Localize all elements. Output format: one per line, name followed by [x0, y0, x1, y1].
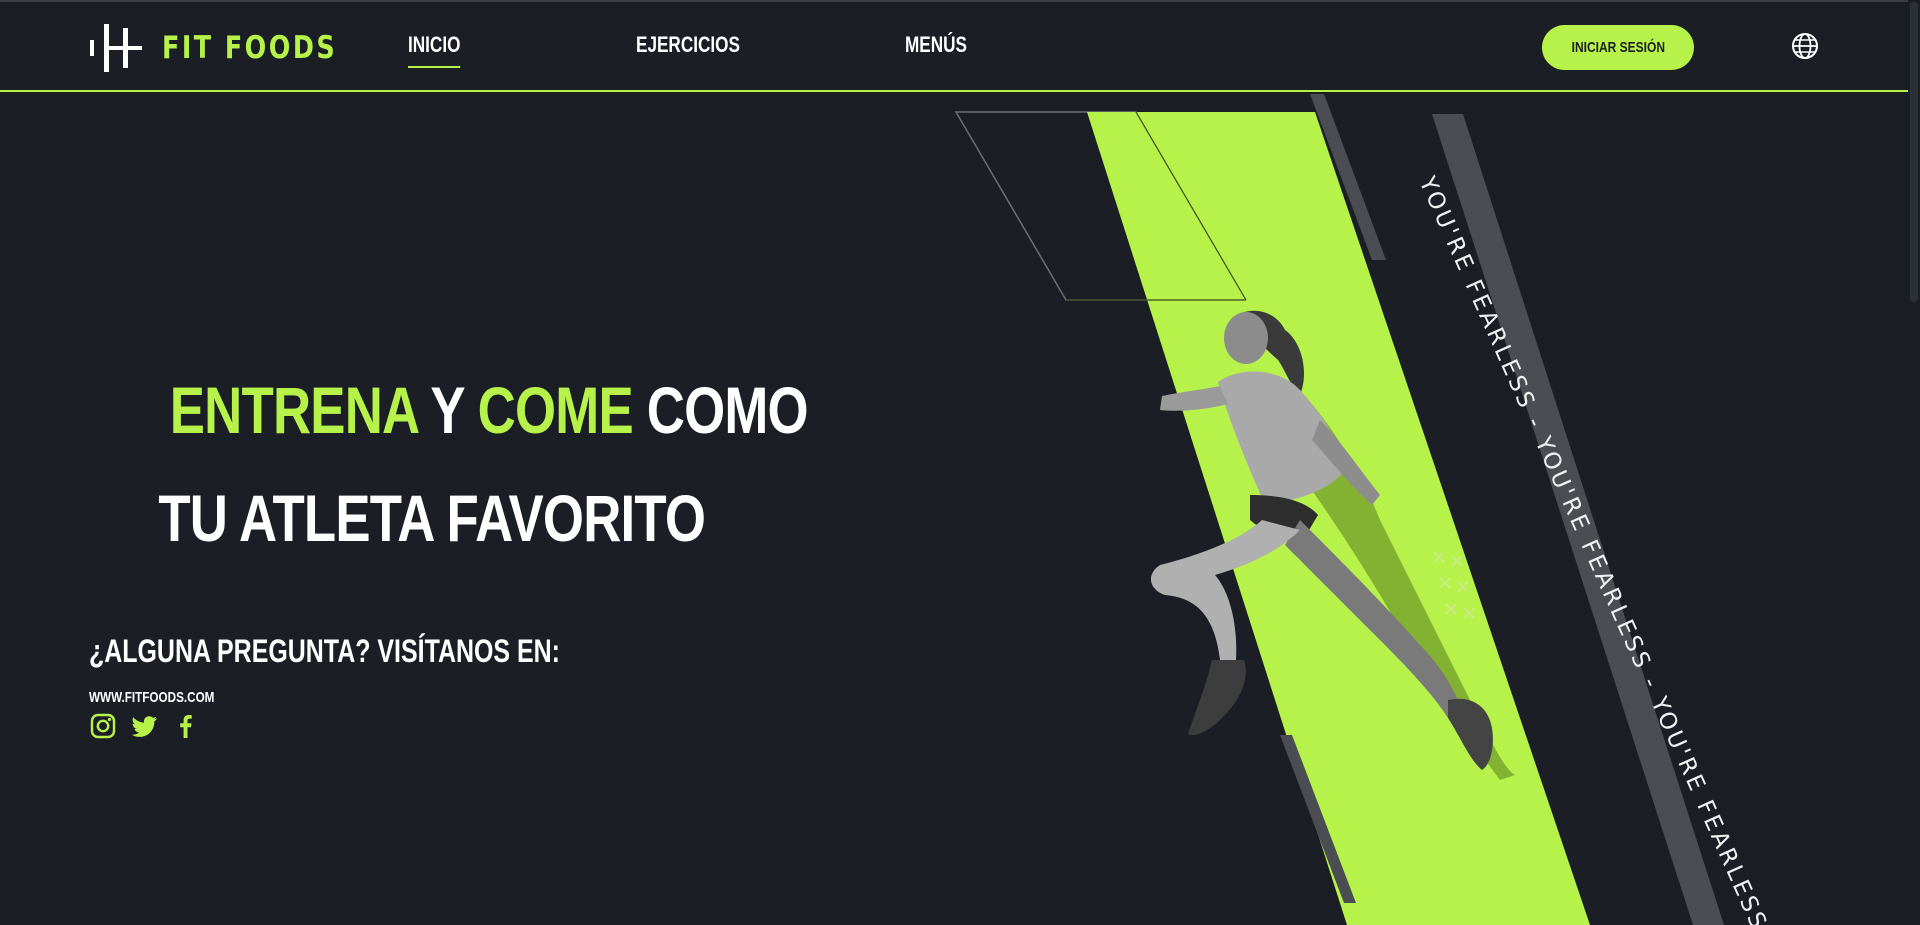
- hero-title-line2: TU ATLETA FAVORITO: [90, 480, 706, 556]
- login-button[interactable]: INICIAR SESIÓN: [1542, 25, 1694, 70]
- nav-menus[interactable]: MENÚS: [905, 32, 967, 58]
- hero-artwork: [954, 94, 1724, 925]
- barbell-bars-icon: [90, 24, 142, 72]
- top-navbar: FIT FOODS INICIO EJERCICIOS MENÚS INICIA…: [0, 2, 1908, 92]
- facebook-icon[interactable]: [172, 712, 200, 740]
- contact-question: ¿ALGUNA PREGUNTA? VISÍTANOS EN:: [89, 633, 560, 669]
- nav-ejercicios[interactable]: EJERCICIOS: [636, 32, 740, 58]
- nav-inicio[interactable]: INICIO: [408, 32, 461, 68]
- login-label: INICIAR SESIÓN: [1571, 39, 1665, 56]
- page: YOU'RE FEARLESS - YOU'RE FEARLESS - YOU'…: [0, 0, 1920, 925]
- twitter-icon[interactable]: [131, 712, 159, 740]
- brand-name: FIT FOODS: [162, 30, 338, 66]
- logo[interactable]: FIT FOODS: [88, 20, 376, 76]
- hero-line2-text: TU ATLETA FAVORITO: [158, 481, 706, 555]
- scrollbar[interactable]: [1908, 0, 1920, 925]
- hero-word-como: COMO: [646, 373, 809, 447]
- hero-word-y: Y: [430, 373, 464, 447]
- scrollbar-thumb[interactable]: [1910, 2, 1918, 302]
- instagram-icon[interactable]: [89, 712, 117, 740]
- hero-word-entrena: ENTRENA: [169, 373, 418, 447]
- globe-icon[interactable]: [1791, 32, 1819, 60]
- hero-title-line1: ENTRENA Y COME COMO: [90, 372, 809, 448]
- hero-word-come: COME: [477, 373, 634, 447]
- website-link[interactable]: WWW.FITFOODS.COM: [89, 689, 214, 706]
